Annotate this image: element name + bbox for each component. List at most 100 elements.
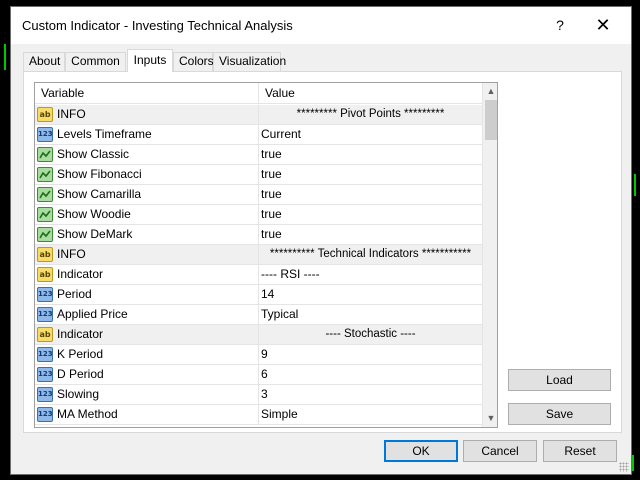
grid-rows: ab INFO ********* Pivot Points ********* 12… (35, 105, 482, 425)
value-cell[interactable]: ---- RSI ---- (259, 265, 482, 284)
number-type-icon: 123 (37, 387, 53, 402)
table-row[interactable]: ab Indicator ---- Stochastic ---- (35, 325, 482, 345)
value-cell[interactable]: Simple (259, 405, 482, 424)
variable-cell: Show Fibonacci (35, 165, 259, 184)
custom-indicator-dialog: Custom Indicator - Investing Technical A… (10, 6, 632, 475)
close-button[interactable]: ✕ (589, 12, 617, 38)
table-row[interactable]: Show Woodie true (35, 205, 482, 225)
title-bar: Custom Indicator - Investing Technical A… (11, 7, 631, 44)
variable-label: Applied Price (57, 307, 128, 321)
help-button[interactable]: ? (546, 12, 574, 38)
chart-line-icon (37, 227, 53, 242)
variable-cell: 123 K Period (35, 345, 259, 364)
variable-cell: Show Woodie (35, 205, 259, 224)
load-button[interactable]: Load (508, 369, 611, 391)
value-cell[interactable]: true (259, 145, 482, 164)
value-cell[interactable]: 3 (259, 385, 482, 404)
number-type-icon: 123 (37, 307, 53, 322)
scroll-down-icon[interactable]: ▼ (483, 410, 497, 427)
table-row[interactable]: 123 K Period 9 (35, 345, 482, 365)
tab-common[interactable]: Common (65, 52, 126, 71)
variable-label: INFO (57, 107, 86, 121)
value-cell[interactable]: 14 (259, 285, 482, 304)
vertical-scrollbar[interactable]: ▲ ▼ (482, 83, 497, 427)
number-type-icon: 123 (37, 367, 53, 382)
variable-cell: ab INFO (35, 105, 259, 124)
table-row[interactable]: ab INFO ********* Pivot Points ********* (35, 105, 482, 125)
table-row[interactable]: 123 MA Method Simple (35, 405, 482, 425)
variable-label: Show Fibonacci (57, 167, 142, 181)
chart-line-icon (37, 147, 53, 162)
value-cell[interactable]: 9 (259, 345, 482, 364)
value-cell[interactable]: true (259, 165, 482, 184)
variable-label: INFO (57, 247, 86, 261)
value-cell[interactable]: ---- Stochastic ---- (259, 325, 482, 344)
table-row[interactable]: ab INFO ********** Technical Indicators **… (35, 245, 482, 265)
variable-label: Show Woodie (57, 207, 131, 221)
table-row[interactable]: Show DeMark true (35, 225, 482, 245)
string-type-icon: ab (37, 267, 53, 282)
reset-button[interactable]: Reset (543, 440, 617, 462)
cancel-button[interactable]: Cancel (463, 440, 537, 462)
table-row[interactable]: 123 Applied Price Typical (35, 305, 482, 325)
variable-cell: 123 D Period (35, 365, 259, 384)
tab-about[interactable]: About (23, 52, 65, 71)
number-type-icon: 123 (37, 127, 53, 142)
chart-line-icon (37, 187, 53, 202)
variable-cell: 123 MA Method (35, 405, 259, 424)
chart-line-icon (37, 207, 53, 222)
tab-inputs[interactable]: Inputs (127, 49, 173, 72)
variable-label: Show DeMark (57, 227, 133, 241)
chart-candle-right-2 (634, 174, 636, 196)
save-button[interactable]: Save (508, 403, 611, 425)
value-cell[interactable]: true (259, 205, 482, 224)
table-row[interactable]: ab Indicator ---- RSI ---- (35, 265, 482, 285)
table-row[interactable]: 123 Slowing 3 (35, 385, 482, 405)
variable-label: Slowing (57, 387, 100, 401)
variable-label: Levels Timeframe (57, 127, 152, 141)
table-row[interactable]: 123 Levels Timeframe Current (35, 125, 482, 145)
variable-label: Show Camarilla (57, 187, 142, 201)
value-cell[interactable]: true (259, 225, 482, 244)
variable-label: MA Method (57, 407, 118, 421)
variable-cell: 123 Period (35, 285, 259, 304)
scroll-up-icon[interactable]: ▲ (483, 83, 497, 100)
table-row[interactable]: Show Classic true (35, 145, 482, 165)
value-cell[interactable]: Current (259, 125, 482, 144)
column-header-variable[interactable]: Variable (35, 83, 259, 104)
variable-cell: ab INFO (35, 245, 259, 264)
variable-cell: Show DeMark (35, 225, 259, 244)
variable-cell: ab Indicator (35, 325, 259, 344)
variable-cell: Show Classic (35, 145, 259, 164)
chart-candle-left (4, 44, 6, 70)
variable-label: Period (57, 287, 92, 301)
column-header-value[interactable]: Value (259, 83, 482, 104)
number-type-icon: 123 (37, 347, 53, 362)
ok-button[interactable]: OK (384, 440, 458, 462)
variable-cell: ab Indicator (35, 265, 259, 284)
value-cell[interactable]: 6 (259, 365, 482, 384)
inputs-panel: Variable Value ab INFO ********* Pivot Poi… (23, 71, 622, 433)
variable-label: Indicator (57, 327, 104, 341)
variable-cell: 123 Applied Price (35, 305, 259, 324)
variable-cell: 123 Levels Timeframe (35, 125, 259, 144)
value-cell[interactable]: true (259, 185, 482, 204)
scroll-thumb[interactable] (485, 100, 497, 140)
table-row[interactable]: 123 Period 14 (35, 285, 482, 305)
tab-colors[interactable]: Colors (173, 52, 214, 71)
variable-label: D Period (57, 367, 104, 381)
resize-grip-icon[interactable] (619, 462, 629, 472)
table-row[interactable]: Show Camarilla true (35, 185, 482, 205)
tab-visualization[interactable]: Visualization (213, 52, 286, 71)
inputs-grid: Variable Value ab INFO ********* Pivot Poi… (34, 82, 498, 428)
value-cell[interactable]: ********** Technical Indicators ********… (259, 245, 482, 264)
variable-label: Show Classic (57, 147, 130, 161)
chart-line-icon (37, 167, 53, 182)
table-row[interactable]: Show Fibonacci true (35, 165, 482, 185)
string-type-icon: ab (37, 327, 53, 342)
variable-label: K Period (57, 347, 104, 361)
value-cell[interactable]: Typical (259, 305, 482, 324)
table-row[interactable]: 123 D Period 6 (35, 365, 482, 385)
value-cell[interactable]: ********* Pivot Points ********* (259, 105, 482, 124)
window-title: Custom Indicator - Investing Technical A… (22, 18, 293, 33)
